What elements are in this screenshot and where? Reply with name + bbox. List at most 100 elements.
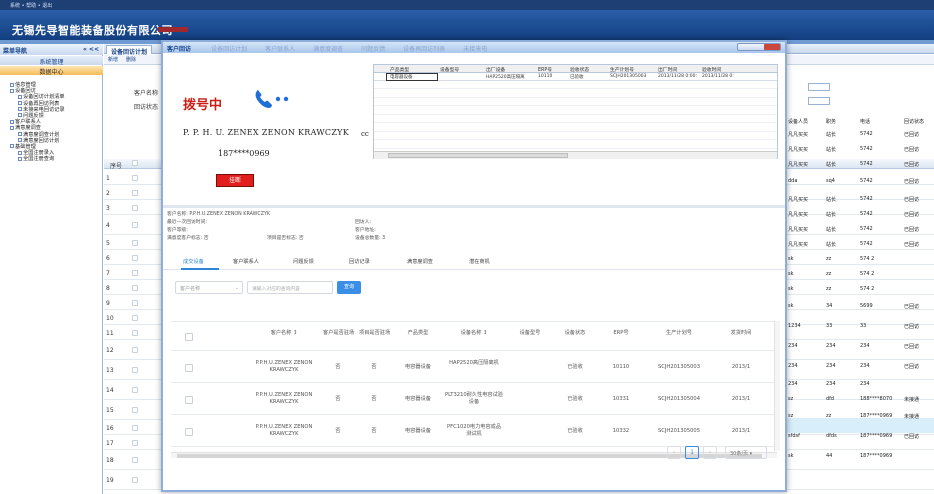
row-checkbox[interactable] — [185, 428, 193, 436]
deals-cell-onsite-project: 否 — [371, 364, 377, 370]
search-button[interactable]: 查询 — [337, 281, 361, 294]
row-checkbox[interactable] — [132, 189, 138, 196]
right-col-cell: 未接通 — [904, 414, 920, 420]
tab-visit-records[interactable]: 回访记录 — [349, 258, 370, 265]
nav-tree-label: 满意度调查 — [15, 125, 41, 132]
row-checkbox[interactable] — [132, 314, 138, 321]
row-checkbox[interactable] — [185, 396, 193, 404]
row-checkbox[interactable] — [132, 347, 138, 353]
collapse-icon[interactable]: « << — [83, 46, 99, 53]
pager-next-button[interactable]: › — [703, 446, 717, 459]
row-checkbox[interactable] — [132, 222, 138, 228]
select-all-deals-checkbox[interactable] — [185, 333, 193, 341]
right-col-cell: 凡凡买买 — [788, 131, 809, 138]
mini-header-cell: 出厂时间 — [658, 68, 678, 73]
row-checkbox[interactable] — [132, 367, 138, 373]
row-number: 6 — [106, 254, 110, 262]
search-field-select[interactable]: 客户名称 ⌄ — [175, 281, 243, 294]
window-buttons[interactable] — [737, 43, 781, 51]
deals-cell-customer: P.P.H.U.ZENEX ZENON KRAWCZYK — [255, 360, 313, 373]
right-col-cell: sq4 — [826, 178, 835, 184]
row-checkbox[interactable] — [132, 387, 138, 393]
deals-header-cell: 项目是否驻场 — [359, 330, 391, 336]
deals-cell-ship: 2013/1 — [731, 364, 751, 370]
dialog-ghost-tab: 客户联系人 — [265, 46, 296, 53]
row-checkbox[interactable] — [132, 174, 138, 181]
deals-cell-onsite-customer: 否 — [335, 396, 341, 402]
right-col-cell: dfd — [826, 395, 835, 402]
add-button[interactable]: 新增 — [108, 56, 118, 63]
right-col-cell: 5742 — [860, 130, 873, 137]
tab-deals[interactable]: 成交设备 — [183, 258, 204, 265]
chevron-down-icon: ⌄ — [234, 285, 239, 291]
right-col-cell: 已回访 — [904, 131, 920, 138]
tab-contacts[interactable]: 客户联系人 — [233, 258, 259, 265]
row-checkbox[interactable] — [132, 284, 138, 291]
row-number: 9 — [106, 299, 110, 307]
search-input[interactable]: 请输入对应的查询内容 — [247, 281, 333, 294]
nav-tree-item[interactable]: 全国注册查询 — [4, 156, 101, 162]
top-menu-bar[interactable]: 系统 • 帮助 • 退出 — [0, 0, 934, 10]
dialog-title-bar[interactable]: 客户回访 设备回访计划 客户联系人 满意度调查 问题反馈 设备再回访列表 未接来电 — [163, 42, 785, 53]
row-checkbox[interactable] — [185, 364, 193, 372]
status-combo[interactable] — [808, 83, 830, 91]
mini-table-scrollbar[interactable] — [374, 151, 777, 159]
right-col-cell: 已回访 — [904, 304, 920, 310]
row-checkbox[interactable] — [132, 439, 138, 446]
right-col-cell: 234 — [788, 343, 798, 349]
row-checkbox[interactable] — [132, 204, 138, 211]
row-number: 15 — [106, 407, 114, 414]
deals-cell-onsite-project: 否 — [371, 396, 377, 402]
deals-cell-ship: 2013/1 — [731, 428, 751, 434]
pager-size-select[interactable]: 30条/页 ▾ — [725, 446, 767, 459]
right-col-cell: 234 — [826, 380, 836, 387]
nav-header-label: 菜单导航 — [3, 48, 28, 55]
right-col-cell: 凡凡买买 — [788, 161, 809, 168]
deals-cell-device-name: PLT3210耐久性电容试验设备 — [445, 392, 503, 405]
tab-opportunities[interactable]: 潜在商机 — [469, 258, 490, 265]
close-icon[interactable] — [764, 44, 780, 50]
row-number: 16 — [106, 424, 114, 432]
mini-scrollbar-thumb[interactable] — [388, 153, 568, 158]
status-combo-2[interactable] — [808, 97, 830, 105]
customer-suffix: cc — [361, 130, 369, 138]
deals-table-vscroll[interactable] — [774, 321, 780, 451]
deals-cell-plan: SCJH201305005 — [657, 428, 701, 434]
row-checkbox[interactable] — [132, 329, 138, 336]
customer-call-dialog: 客户回访 设备回访计划 客户联系人 满意度调查 问题反馈 设备再回访列表 未接来电 拨号中… — [161, 40, 787, 492]
tab-issues[interactable]: 问题反馈 — [293, 258, 314, 265]
folder-icon — [18, 94, 22, 99]
right-col-cell: 已回访 — [904, 179, 920, 185]
row-checkbox[interactable] — [132, 407, 138, 413]
row-checkbox[interactable] — [132, 239, 138, 246]
nav-system-management[interactable]: 系统管理 — [0, 56, 103, 66]
row-checkbox[interactable] — [132, 457, 138, 463]
right-col-cell: 574 2 — [860, 285, 875, 292]
row-checkbox[interactable] — [132, 254, 138, 261]
pager-page-1[interactable]: 1 — [685, 446, 699, 459]
mini-header-cell: 生产计划号 — [610, 68, 634, 73]
tab-satisfaction[interactable]: 满意度调查 — [407, 258, 433, 265]
row-checkbox[interactable] — [132, 269, 138, 276]
pager-prev-button[interactable]: ‹ — [667, 446, 681, 459]
select-all-checkbox[interactable] — [132, 160, 138, 166]
tab-device-visit-plan[interactable]: 设备回访计划 — [106, 45, 153, 56]
row-checkbox[interactable] — [132, 477, 138, 483]
nav-data-center[interactable]: 数据中心 — [0, 66, 103, 76]
right-col-cell: 34 — [826, 303, 833, 309]
right-col-cell: 凡凡买买 — [788, 226, 809, 233]
deals-row[interactable]: P.P.H.U.ZENEX ZENON KRAWCZYK 否 否 电容器设备 PLT32… — [171, 384, 777, 415]
info-device-count: 设备总数量: 3 — [355, 236, 386, 241]
delete-button[interactable]: 删除 — [126, 56, 136, 63]
right-col-cell: 未接通 — [904, 396, 920, 403]
folder-icon — [10, 144, 14, 149]
mini-empty-row — [374, 132, 777, 140]
right-col-cell: 已回访 — [904, 241, 920, 248]
row-checkbox[interactable] — [132, 424, 138, 431]
deals-row[interactable]: P.P.H.U.ZENEX ZENON KRAWCZYK 否 否 电容器设备 HAP25… — [171, 352, 777, 383]
hangup-button[interactable]: 挂断 — [216, 174, 254, 187]
deals-table: 客户名称 ↕ 客户是否驻场 项目是否驻场 产品类型 设备名称 ↕ 设备型号 设备状态 ERP号… — [171, 321, 780, 461]
mini-cell: SCJH201305003 — [610, 74, 647, 79]
row-checkbox[interactable] — [132, 299, 138, 306]
deals-row[interactable]: P.P.H.U.ZENEX ZENON KRAWCZYK 否 否 电容器设备 PFC10… — [171, 416, 777, 447]
